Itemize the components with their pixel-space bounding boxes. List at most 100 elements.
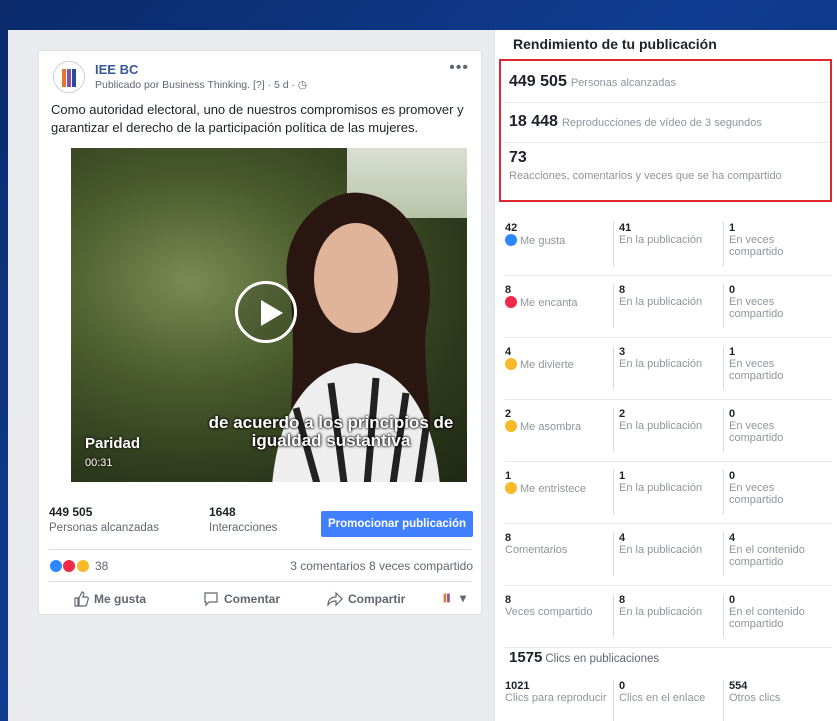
like-button[interactable]: Me gusta [73, 591, 146, 607]
breakdown-post-label: En la publicación [619, 606, 703, 618]
views-metric-value: 18 448 [509, 113, 558, 130]
breakdown-post-value: 8 [619, 594, 626, 606]
breakdown-post-label: En la publicación [619, 234, 703, 246]
link-clicks-label: Clics en el enlace [619, 692, 706, 704]
breakdown-post: 4 En la publicación [613, 532, 719, 576]
breakdown-total-label: Me gusta [520, 235, 566, 247]
breakdown-shared: 0 En el contenido compartido [723, 594, 831, 638]
comment-button[interactable]: Comentar [203, 591, 280, 607]
breakdown-post-label: En la publicación [619, 358, 703, 370]
breakdown-shared-label: En veces compartido [729, 358, 784, 382]
haha-icon [75, 558, 90, 573]
breakdown-shared: 0 En veces compartido [723, 470, 831, 514]
interactions-label: Interacciones [209, 522, 278, 534]
reach-stat: 449 505 Personas alcanzadas [49, 505, 159, 534]
breakdown-total: 8 Comentarios [505, 532, 609, 556]
video-duration: 00:31 [85, 457, 113, 469]
breakdown-post: 41 En la publicación [613, 222, 719, 266]
like-label: Me gusta [94, 592, 147, 606]
page-logo[interactable] [53, 61, 85, 93]
breakdown-total: 42 Me gusta [505, 222, 609, 247]
breakdown-post-value: 1 [619, 470, 626, 482]
breakdown-shared-value: 1 [729, 346, 736, 358]
link-clicks-value: 0 [619, 680, 626, 692]
breakdown-post: 8 En la publicación [613, 284, 719, 328]
breakdown-shared-label: En el contenido compartido [729, 544, 805, 568]
page-selector[interactable]: ▾ [441, 591, 466, 605]
breakdown-shared: 0 En veces compartido [723, 408, 831, 452]
breakdown-row: 1 Me entristece 1 En la publicación 0 En vece… [505, 462, 832, 524]
breakdown-shared-label: En veces compartido [729, 420, 784, 444]
reach-metric-label: Personas alcanzadas [570, 77, 677, 89]
post-header: IEE BC Publicado por Business Thinking. … [53, 59, 471, 105]
page-name[interactable]: IEE BC [95, 62, 138, 77]
thumbs-up-icon [74, 591, 89, 607]
share-label: Compartir [348, 592, 406, 606]
breakdown-total: 2 Me asombra [505, 408, 609, 433]
facebook-post-card: IEE BC Publicado por Business Thinking. … [38, 50, 482, 615]
reach-label: Personas alcanzadas [49, 522, 159, 534]
post-text: Como autoridad electoral, uno de nuestro… [51, 102, 464, 135]
promote-post-button[interactable]: Promocionar publicación [321, 511, 473, 537]
engagement-metric-value: 73 [509, 149, 527, 166]
comments-shares-count[interactable]: 3 comentarios 8 veces compartido [290, 559, 473, 573]
play-clicks-value: 1021 [505, 680, 530, 692]
breakdown-post-value: 41 [619, 222, 632, 234]
divider [49, 549, 471, 550]
breakdown-post-label: En la publicación [619, 482, 703, 494]
love-icon [505, 296, 517, 308]
breakdown-shared-value: 4 [729, 532, 736, 544]
breakdown-post-label: En la publicación [619, 296, 703, 308]
interactions-stat: 1648 Interacciones [209, 505, 277, 534]
reactions-breakdown: 42 Me gusta 41 En la publicación 1 En veces c… [505, 214, 832, 648]
sad-icon [505, 482, 517, 494]
video-caption: de acuerdo a los principios de igualdad … [208, 413, 454, 450]
views-metric-label: Reproducciones de vídeo de 3 segundos [561, 117, 762, 129]
breakdown-total: 8 Veces compartido [505, 594, 609, 618]
breakdown-row: 2 Me asombra 2 En la publicación 0 En veces c… [505, 400, 832, 462]
reaction-icons [49, 558, 90, 573]
breakdown-row: 42 Me gusta 41 En la publicación 1 En veces c… [505, 214, 832, 276]
clicks-metric: 1575 Clics en publicaciones [509, 649, 659, 666]
breakdown-row: 4 Me divierte 3 En la publicación 1 En veces … [505, 338, 832, 400]
like-icon [505, 234, 517, 246]
screen-frame: IEE BC Publicado por Business Thinking. … [8, 30, 837, 721]
share-button[interactable]: Compartir [327, 591, 405, 607]
more-options-icon[interactable]: ••• [449, 59, 469, 77]
post-actions: Me gusta Comentar Compartir ▾ [49, 589, 473, 611]
reactions-summary[interactable]: 38 3 comentarios 8 veces compartido [49, 558, 473, 576]
breakdown-total-value: 8 [505, 594, 512, 606]
breakdown-shared-value: 0 [729, 408, 736, 420]
post-stats: 449 505 Personas alcanzadas 1648 Interac… [49, 503, 473, 541]
breakdown-shared: 1 En veces compartido [723, 222, 831, 266]
breakdown-total-label: Veces compartido [505, 606, 593, 618]
breakdown-post: 2 En la publicación [613, 408, 719, 452]
breakdown-total-value: 42 [505, 222, 518, 234]
breakdown-post-label: En la publicación [619, 420, 703, 432]
breakdown-shared-label: En veces compartido [729, 234, 784, 258]
breakdown-post-label: En la publicación [619, 544, 703, 556]
views-metric: 18 448 Reproducciones de vídeo de 3 segun… [509, 113, 762, 131]
video-player[interactable]: de acuerdo a los principios de igualdad … [71, 148, 467, 482]
breakdown-shared-value: 0 [729, 284, 736, 296]
comment-label: Comentar [224, 592, 281, 606]
play-icon[interactable] [235, 281, 297, 343]
breakdown-post-value: 4 [619, 532, 626, 544]
divider [49, 581, 471, 582]
interactions-value: 1648 [209, 505, 236, 519]
breakdown-shared-label: En veces compartido [729, 296, 784, 320]
video-title: Paridad [85, 435, 141, 452]
breakdown-total-value: 8 [505, 284, 512, 296]
chevron-down-icon: ▾ [460, 591, 467, 605]
breakdown-total-value: 4 [505, 346, 512, 358]
breakdown-total-label: Me entristece [520, 483, 587, 495]
divider [503, 142, 829, 143]
breakdown-post-value: 8 [619, 284, 626, 296]
link-clicks: 0 Clics en el enlace [613, 680, 719, 721]
breakdown-shared: 0 En veces compartido [723, 284, 831, 328]
breakdown-shared-value: 1 [729, 222, 736, 234]
breakdown-total-value: 1 [505, 470, 512, 482]
breakdown-shared: 1 En veces compartido [723, 346, 831, 390]
breakdown-shared-label: En el contenido compartido [729, 606, 805, 630]
performance-panel: Rendimiento de tu publicación 449 505 Per… [494, 30, 837, 721]
